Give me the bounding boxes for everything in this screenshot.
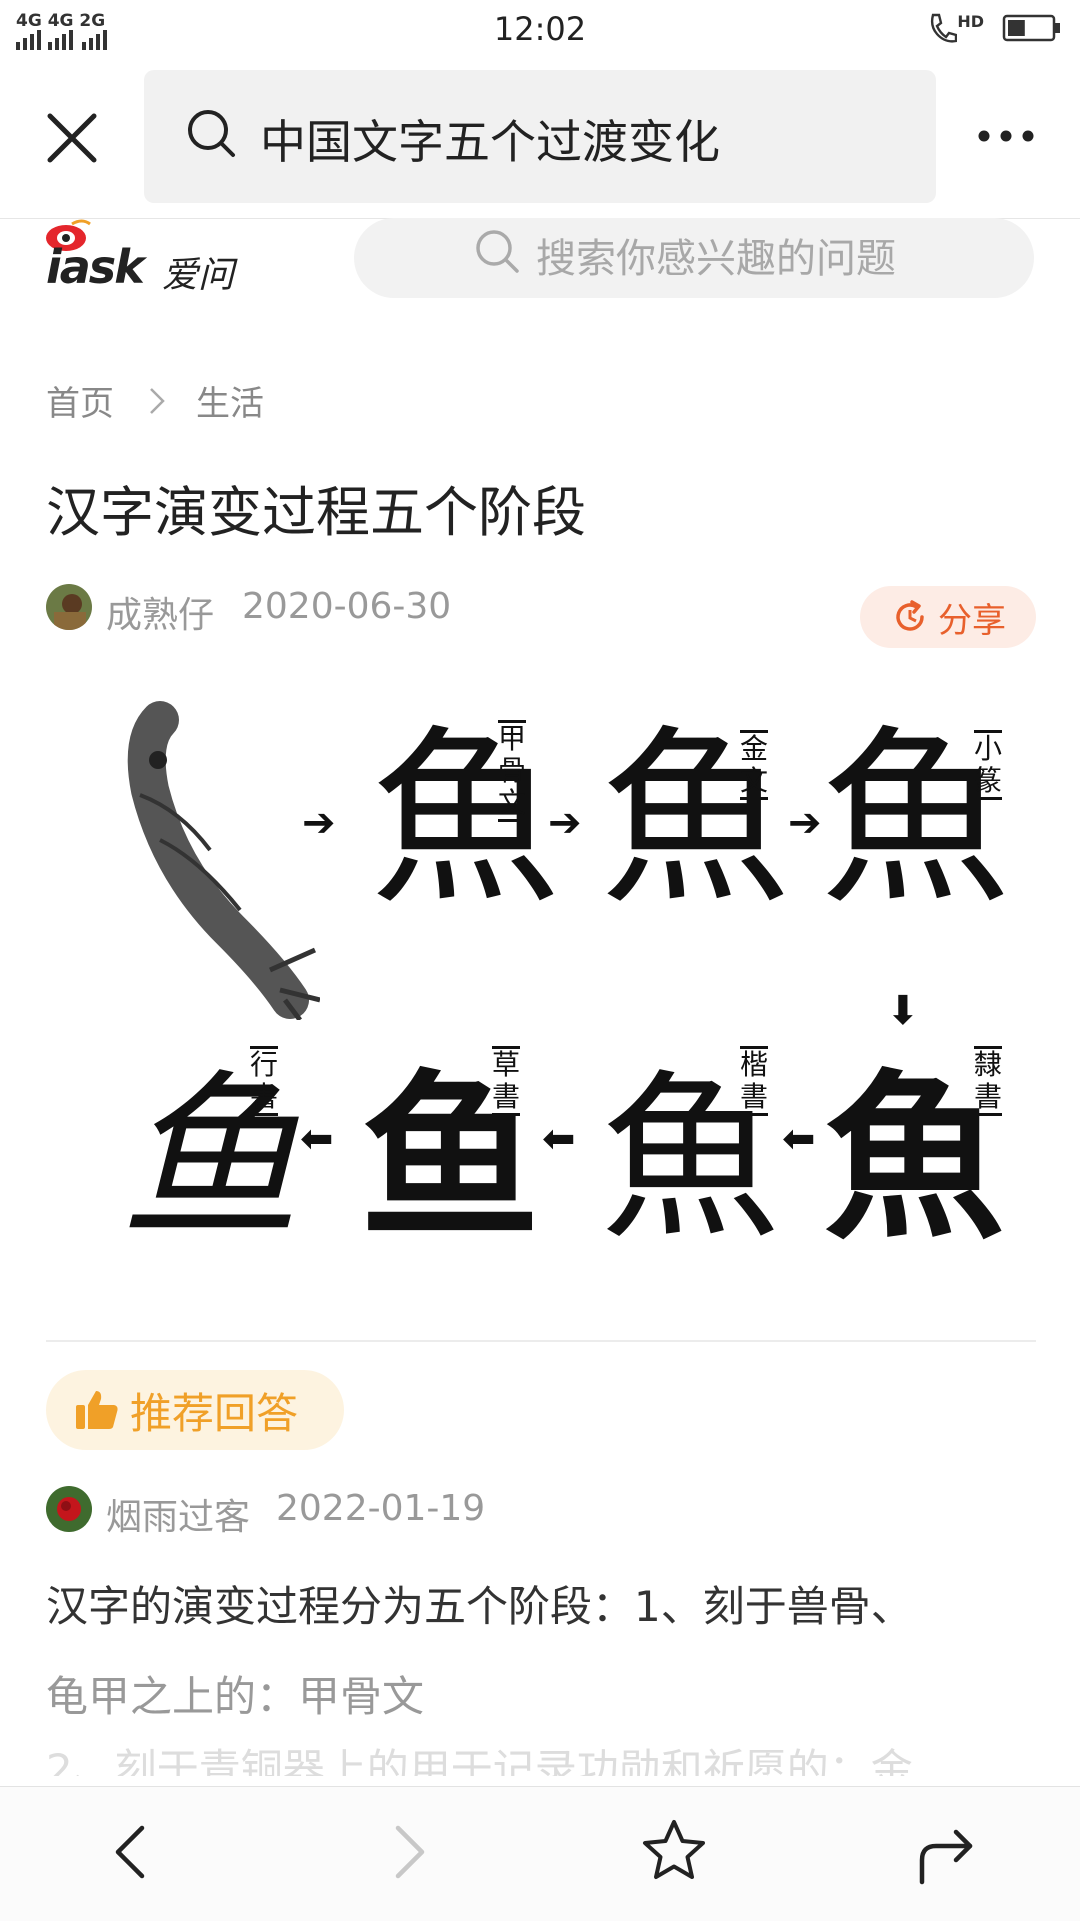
thumbs-up-icon <box>76 1391 118 1429</box>
share-icon[interactable] <box>906 1812 986 1892</box>
logo-cn-text: 爱问 <box>162 255 235 296</box>
logo-text: iask <box>46 240 145 294</box>
recommended-label: 推荐回答 <box>130 1388 299 1438</box>
refresh-share-icon <box>896 600 924 631</box>
recommended-answer-badge: 推荐回答 <box>46 1370 344 1450</box>
answer-avatar[interactable] <box>46 1486 92 1532</box>
search-icon <box>476 230 519 273</box>
evolution-figure: ➔ 魚 甲骨文 ➔ 魚 金文 ➔ 魚 小篆 ⬇ 鱼 行書 ⬅ 鱼 草書 ⬅ 魚 … <box>80 680 1040 1296</box>
answer-author[interactable]: 烟雨过客 <box>106 1488 250 1540</box>
label-regular: 楷書 <box>740 1046 768 1116</box>
breadcrumb-category[interactable]: 生活 <box>196 376 264 425</box>
favorite-icon[interactable] <box>634 1812 714 1892</box>
status-icons: HD <box>927 10 1062 46</box>
share-button[interactable]: 分享 <box>860 586 1036 648</box>
call-hd-indicator: HD <box>927 12 984 44</box>
close-icon[interactable] <box>44 110 100 166</box>
divider <box>46 1340 1036 1342</box>
author-name[interactable]: 成熟仔 <box>106 586 214 638</box>
breadcrumb: 首页 生活 <box>46 376 264 425</box>
answer-text: 汉字的演变过程分为五个阶段：1、刻于兽骨、 龟甲之上的：甲骨文 <box>46 1562 1036 1742</box>
url-text[interactable]: 中国文字五个过渡变化 <box>260 106 720 172</box>
search-icon <box>188 110 235 157</box>
label-running: 行書 <box>250 1046 278 1116</box>
label-clerical: 隸書 <box>974 1046 1002 1116</box>
glyph-oracle: 魚 <box>370 709 561 930</box>
post-date: 2020-06-30 <box>242 586 452 627</box>
answer-line-3: 2、刻于青铜器上的用于记录功勋和祈愿的：金 <box>46 1745 913 1776</box>
hd-label: HD <box>957 12 984 31</box>
fish-illustration <box>127 701 320 1020</box>
label-bronze: 金文 <box>740 730 768 800</box>
more-icon[interactable] <box>976 128 1036 144</box>
chevron-right-icon <box>150 387 165 414</box>
site-search-placeholder[interactable]: 搜索你感兴趣的问题 <box>536 226 896 284</box>
page-title: 汉字演变过程五个阶段 <box>46 481 586 544</box>
status-bar: 4G 4G 2G 12:02 HD <box>0 0 1080 58</box>
avatar[interactable] <box>46 584 92 630</box>
answer-date: 2022-01-19 <box>276 1488 486 1529</box>
battery-icon <box>1002 14 1060 42</box>
breadcrumb-home[interactable]: 首页 <box>46 376 114 425</box>
phone-icon <box>931 13 958 43</box>
forward-icon[interactable] <box>368 1812 448 1892</box>
back-icon[interactable] <box>92 1812 172 1892</box>
label-seal: 小篆 <box>974 730 1002 800</box>
answer-line-2: 龟甲之上的：甲骨文 <box>46 1672 425 1721</box>
clock: 12:02 <box>493 10 587 48</box>
label-cursive: 草書 <box>492 1046 520 1116</box>
share-label: 分享 <box>938 600 1006 641</box>
answer-line-1: 汉字的演变过程分为五个阶段：1、刻于兽骨、 <box>46 1582 913 1631</box>
label-oracle: 甲骨文 <box>498 720 526 822</box>
iask-logo[interactable]: iask 爱问 <box>42 218 242 298</box>
